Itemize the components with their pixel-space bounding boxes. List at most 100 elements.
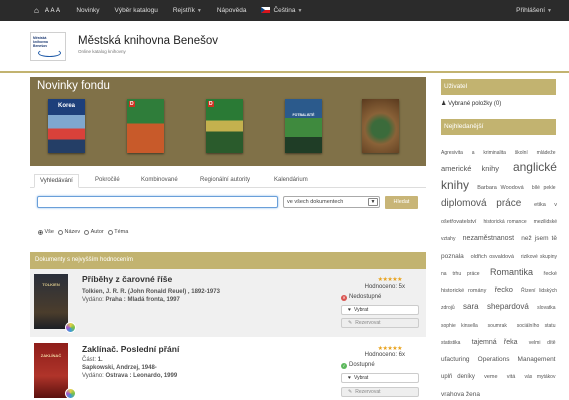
record-author[interactable]: Tolkien, J. R. R. (John Ronald Reuel) , … bbox=[82, 289, 220, 295]
reserve-label: Rezervovat bbox=[355, 320, 381, 326]
radio-label: Vše bbox=[44, 229, 54, 235]
tag-link[interactable]: řecko bbox=[495, 285, 513, 294]
chevron-down-icon: ▼ bbox=[547, 8, 552, 14]
chevron-down-icon: ▼ bbox=[196, 8, 202, 14]
book-cover[interactable]: D bbox=[206, 99, 243, 153]
logo-text: Městská knihovna Benešov bbox=[33, 36, 48, 49]
home-icon[interactable]: ⌂ bbox=[34, 6, 39, 15]
book-cover[interactable]: TOLKIEN bbox=[34, 274, 68, 329]
book-cover[interactable]: FOTBALISTÉ bbox=[285, 99, 322, 153]
rating-stars: ★★★★★ bbox=[377, 346, 403, 352]
nav-novinky[interactable]: Novinky bbox=[76, 7, 99, 14]
reserve-button[interactable]: ✎ Rezervovat bbox=[341, 318, 419, 328]
availability-label: Nedostupné bbox=[349, 294, 382, 300]
tag-link[interactable]: Barbara Woodová bbox=[477, 185, 523, 191]
tag-link[interactable]: Romantika bbox=[490, 267, 533, 277]
record-published: Vydáno: Praha : Mladá fronta, 1997 bbox=[82, 297, 180, 303]
font-size-switcher[interactable]: A A A bbox=[45, 8, 61, 14]
tag-link[interactable]: uplň deníky bbox=[441, 374, 475, 380]
tag-link[interactable]: tajemná řeka bbox=[472, 339, 518, 346]
selected-items-link[interactable]: ♟ Vybrané položky (0) bbox=[441, 100, 501, 107]
tag-link[interactable]: velmi dítě bbox=[529, 340, 556, 346]
search-scope-select[interactable]: ve všech dokumentech ▼ bbox=[283, 196, 380, 208]
radio-checked-icon bbox=[38, 229, 43, 235]
radio-icon bbox=[107, 229, 113, 235]
book-cover[interactable]: D bbox=[127, 99, 164, 153]
tag-link[interactable]: vás mytákov bbox=[524, 374, 555, 380]
available-icon: ✓ bbox=[341, 363, 347, 369]
record-item: TOLKIEN Příběhy z čarovné říše Tolkien, … bbox=[30, 269, 426, 337]
availability-status: ✓ Dostupné bbox=[341, 362, 375, 369]
site-title[interactable]: Městská knihovna Benešov bbox=[78, 35, 218, 47]
radio-icon bbox=[84, 229, 90, 235]
availability-status: ✕ Nedostupné bbox=[341, 294, 381, 301]
select-button[interactable]: ♥ Vybrat bbox=[341, 305, 419, 315]
tag-link[interactable]: sophie kinsella bbox=[441, 323, 478, 329]
radio-vse[interactable]: Vše bbox=[38, 229, 54, 235]
record-title[interactable]: Příběhy z čarovné říše bbox=[82, 274, 172, 284]
search-input[interactable] bbox=[37, 196, 278, 208]
published-label: Vydáno: bbox=[82, 297, 104, 303]
tag-link[interactable]: sociálního statu bbox=[517, 323, 556, 329]
tag-link[interactable]: Agresivita a kriminalita školní mládeže bbox=[441, 150, 556, 156]
radio-label: Autor bbox=[90, 229, 104, 235]
book-cover[interactable]: Korea bbox=[48, 99, 85, 153]
search-scope-value: ve všech dokumentech bbox=[287, 199, 344, 205]
login-menu[interactable]: Přihlášení ▼ bbox=[516, 7, 552, 14]
tag-link[interactable]: diplomová práce bbox=[441, 198, 521, 209]
unavailable-icon: ✕ bbox=[341, 295, 347, 301]
select-button[interactable]: ♥ Vybrat bbox=[341, 373, 419, 383]
record-item: ZAKLÍNAČ Zaklínač. Poslední přání Část: … bbox=[30, 337, 426, 399]
nav-rejstrik[interactable]: Rejstřík ▼ bbox=[173, 7, 202, 14]
library-logo[interactable]: Městská knihovna Benešov bbox=[30, 32, 66, 61]
new-arrivals-carousel: Novinky fondu Korea D D FOTBALISTÉ bbox=[30, 77, 426, 166]
tag-link[interactable]: oldřich osvaldová bbox=[471, 254, 514, 260]
tag-link[interactable]: statistika bbox=[441, 340, 460, 346]
select-label: Vybrat bbox=[353, 375, 369, 381]
tab-pokrocile[interactable]: Pokročilé bbox=[95, 174, 120, 188]
book-cover-label: Korea bbox=[57, 103, 75, 109]
best-rated-header: Dokumenty s nejvyšším hodnocením bbox=[30, 252, 426, 269]
tag-link[interactable]: nezaměstnanost bbox=[463, 235, 514, 242]
tag-link[interactable]: americké knihy bbox=[441, 164, 499, 173]
tab-vyhledavani[interactable]: Vyhledávání bbox=[34, 174, 79, 188]
pencil-icon: ✎ bbox=[348, 389, 353, 395]
tag-link[interactable]: soumrak bbox=[488, 323, 507, 329]
radio-tema[interactable]: Téma bbox=[107, 229, 128, 235]
pencil-icon: ✎ bbox=[348, 320, 353, 326]
part-label: Část: bbox=[82, 357, 97, 363]
part-value: 1. bbox=[97, 357, 103, 363]
radio-autor[interactable]: Autor bbox=[84, 229, 104, 235]
radio-icon bbox=[57, 229, 63, 235]
heart-icon: ♥ bbox=[348, 307, 351, 313]
nav-language[interactable]: Čeština ▼ bbox=[261, 7, 302, 14]
top-navbar: ⌂ A A A Novinky Výběr katalogu Rejstřík ▼… bbox=[0, 0, 569, 21]
radio-nazev[interactable]: Název bbox=[57, 229, 80, 235]
reserve-label: Rezervovat bbox=[355, 389, 381, 395]
tab-regionalni-autority[interactable]: Regionální autority bbox=[200, 174, 250, 188]
tag-link[interactable]: shepardová bbox=[487, 302, 529, 312]
tag-link[interactable]: slovatka bbox=[537, 305, 555, 311]
record-author[interactable]: Sapkowski, Andrzej, 1948- bbox=[82, 365, 157, 371]
tag-link[interactable]: sara bbox=[463, 302, 479, 312]
tag-link[interactable]: veme bbox=[484, 374, 497, 380]
record-title[interactable]: Zaklínač. Poslední přání bbox=[82, 344, 179, 354]
rating-count: Hodnoceno: 5x bbox=[364, 284, 405, 290]
availability-label: Dostupné bbox=[349, 362, 375, 368]
reserve-button[interactable]: ✎ Rezervovat bbox=[341, 387, 419, 397]
record-published: Vydáno: Ostrava : Leonardo, 1999 bbox=[82, 373, 177, 379]
tab-kombinovane[interactable]: Kombinované bbox=[141, 174, 178, 188]
tag-link[interactable]: bílé pekle bbox=[532, 185, 556, 191]
tab-kalendarium[interactable]: Kalendárium bbox=[274, 174, 308, 188]
tag-link[interactable]: historická romance bbox=[484, 219, 527, 225]
czech-flag-icon bbox=[261, 7, 271, 13]
nav-napoveda[interactable]: Nápověda bbox=[217, 7, 247, 14]
rating-stars: ★★★★★ bbox=[377, 277, 403, 283]
book-cover[interactable] bbox=[362, 99, 399, 153]
tag-link[interactable]: ufacturing Operations Management bbox=[441, 356, 556, 363]
tag-link[interactable]: vitá bbox=[507, 374, 516, 380]
published-value: Ostrava : Leonardo, 1999 bbox=[105, 373, 178, 379]
nav-vyber-katalogu[interactable]: Výběr katalogu bbox=[114, 7, 157, 14]
book-cover[interactable]: ZAKLÍNAČ bbox=[34, 343, 68, 398]
search-button[interactable]: Hledat bbox=[385, 196, 418, 209]
